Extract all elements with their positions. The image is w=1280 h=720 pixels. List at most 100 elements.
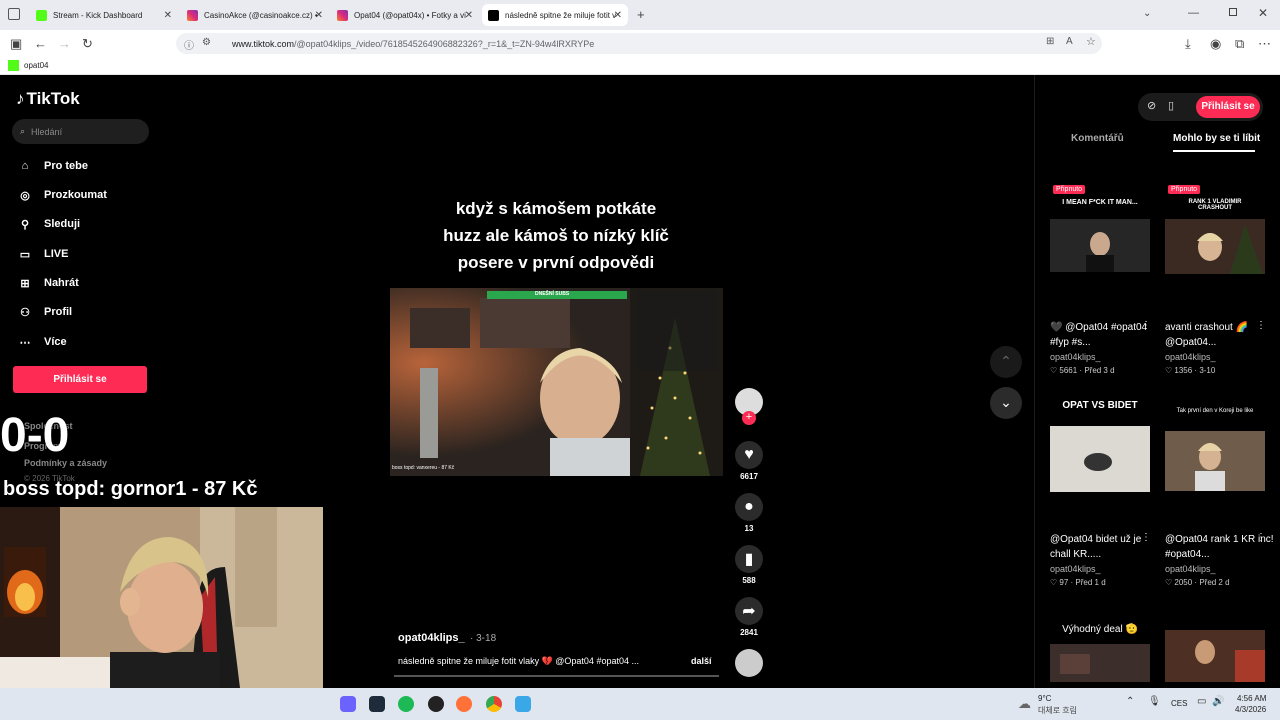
more-options-icon[interactable]: ⋮ (1141, 532, 1151, 543)
sound-avatar[interactable] (735, 649, 763, 677)
profile-icon[interactable]: ◉ (1210, 36, 1221, 52)
login-button[interactable]: Přihlásit se (13, 366, 147, 393)
browser-tab[interactable]: CasinoAkce (@casinoakce.cz) • ✕ (181, 4, 329, 26)
nav-explore[interactable]: ◎ Prozkoumat (16, 186, 107, 204)
music-disc-icon[interactable] (735, 649, 763, 677)
like-button[interactable]: ♥ 6617 (735, 441, 763, 481)
more-options-icon[interactable]: ⋮ (1256, 532, 1266, 543)
close-tab-icon[interactable]: ✕ (614, 10, 622, 21)
site-info-icon[interactable]: ⓘ (184, 37, 194, 52)
tab-indicator (1173, 150, 1255, 152)
obs-icon[interactable] (428, 696, 444, 712)
coins-icon[interactable]: ⊘ (1147, 99, 1156, 112)
network-icon[interactable]: ▭ (1197, 696, 1206, 707)
browser-tab[interactable]: Stream - Kick Dashboard ✕ (30, 4, 178, 26)
share-button[interactable]: ➦ 2841 (735, 597, 763, 637)
tab-actions-icon[interactable] (8, 8, 20, 20)
nav-upload[interactable]: ⊞ Nahrát (16, 274, 78, 292)
plus-square-icon: ⊞ (20, 277, 30, 290)
close-tab-icon[interactable]: ✕ (164, 10, 172, 21)
firefox-icon[interactable] (456, 696, 472, 712)
discord-icon[interactable] (340, 696, 356, 712)
score-overlay: 0-0 (0, 409, 70, 462)
video-card[interactable]: Připnuto I MEAN F*CK IT MAN... (1050, 185, 1150, 275)
extensions-icon[interactable]: ⧉ (1235, 36, 1244, 52)
video-card[interactable]: Připnuto RANK 1 VLADIMIR CRASHOUT (1165, 185, 1265, 275)
nav-more[interactable]: ⋯ Více (16, 333, 67, 351)
new-tab-icon[interactable]: + (637, 7, 645, 22)
video-card[interactable]: OPAT VS BIDET (1050, 400, 1150, 495)
translate-icon[interactable]: A (1066, 36, 1073, 47)
tab-search-icon[interactable]: ⌄ (1143, 8, 1151, 19)
volume-icon[interactable]: 🔊 (1212, 696, 1224, 707)
comment-button[interactable]: ● 13 (735, 493, 763, 533)
weather-desc[interactable]: 대체로 흐림 (1038, 705, 1077, 716)
maximize-icon[interactable] (1229, 8, 1237, 16)
browser-tab-active[interactable]: následně spitne že miluje fotit v ✕ (482, 4, 628, 26)
tiktok-logo[interactable]: ♪ TikTok (16, 89, 80, 109)
close-tab-icon[interactable]: ✕ (315, 10, 323, 21)
forward-icon[interactable]: → (58, 36, 71, 51)
close-tab-icon[interactable]: ✕ (465, 10, 473, 21)
tab-comments[interactable]: Komentářů (1071, 133, 1124, 144)
clock-time[interactable]: 4:56 AM (1237, 694, 1266, 703)
video-card[interactable]: Tak první den v Koreji be like (1165, 405, 1265, 495)
card-stats: ♡ 2050 · Před 2 d (1165, 578, 1230, 587)
browser-tab[interactable]: Opat04 (@opat04x) • Fotky a vi ✕ (331, 4, 479, 26)
back-icon[interactable]: ← (34, 36, 47, 51)
nav-for-you[interactable]: ⌂ Pro tebe (16, 157, 88, 175)
app-icon[interactable] (369, 696, 385, 712)
clock-date[interactable]: 4/3/2026 (1235, 705, 1266, 714)
previous-video-button[interactable]: ⌃ (990, 346, 1022, 378)
nav-following[interactable]: ⚲ Sleduji (16, 215, 80, 233)
nav-live[interactable]: ▭ LIVE (16, 245, 69, 263)
close-window-icon[interactable]: ✕ (1258, 6, 1268, 20)
weather-temp[interactable]: 9°C (1038, 694, 1051, 703)
follow-plus-icon[interactable]: + (742, 411, 756, 425)
favorite-star-icon[interactable]: ☆ (1086, 35, 1096, 48)
login-button-header[interactable]: Přihlásit se (1196, 96, 1260, 118)
bookmark-icon: ▮ (735, 545, 763, 573)
microphone-icon[interactable]: 🎙 (1148, 696, 1161, 707)
sidebar-toggle-icon[interactable]: ▣ (10, 36, 22, 52)
cloud-icon: ☁ (1018, 696, 1031, 711)
comment-icon: ● (735, 493, 763, 521)
search-input[interactable]: ⌕ Hledání (12, 119, 149, 144)
phone-icon[interactable]: ▯ (1168, 99, 1174, 112)
more-options-icon[interactable]: ⋮ (1256, 320, 1266, 331)
video-player[interactable]: DNEŠNÍ SUBS boss topd: vanxereu - 87 Kč (390, 288, 723, 476)
permissions-icon[interactable]: ⚙ (202, 37, 211, 48)
downloads-icon[interactable]: ⤓ (1185, 36, 1191, 52)
progress-bar[interactable] (394, 675, 719, 677)
spotify-icon[interactable] (398, 696, 414, 712)
video-card[interactable]: Výhodný deal 🫡 (1050, 624, 1150, 684)
notepad-icon[interactable] (515, 696, 531, 712)
chrome-icon[interactable] (486, 696, 502, 712)
webcam-overlay (0, 507, 323, 688)
video-thumbnail (1165, 219, 1265, 274)
home-icon: ⌂ (21, 160, 29, 172)
video-frame (390, 288, 723, 476)
right-panel: ⊘ ▯ Přihlásit se Komentářů Mohlo by se t… (1034, 75, 1280, 688)
minimize-icon[interactable]: — (1188, 7, 1199, 19)
user-icon: ⚇ (20, 306, 30, 319)
nav-profile[interactable]: ⚇ Profil (16, 303, 72, 321)
tab-recommended[interactable]: Mohlo by se ti líbit (1173, 133, 1261, 144)
reload-icon[interactable]: ↻ (82, 36, 93, 52)
bookmark-item[interactable]: opat04 (24, 61, 48, 70)
webcam-frame (0, 507, 323, 688)
share-icon: ➦ (735, 597, 763, 625)
install-app-icon[interactable]: ⊞ (1046, 36, 1054, 47)
more-options-icon[interactable]: ⋮ (1141, 320, 1151, 331)
tray-chevron-icon[interactable]: ⌃ (1126, 696, 1134, 707)
save-button[interactable]: ▮ 588 (735, 545, 763, 585)
author-avatar[interactable]: + (735, 388, 763, 425)
url-field[interactable]: ⓘ ⚙ www.tiktok.com/@opat04klips_/video/7… (176, 33, 1102, 54)
language-indicator[interactable]: CES (1171, 699, 1187, 708)
video-thumbnail[interactable] (1165, 630, 1265, 682)
next-video-button[interactable]: ⌄ (990, 387, 1022, 419)
author-name[interactable]: opat04klips_ (398, 632, 465, 644)
more-link[interactable]: další (691, 656, 712, 666)
taskbar: ☁ 9°C 대체로 흐림 ⌃ 🎙 CES ▭ 🔊 4:56 AM 4/3/202… (0, 688, 1280, 720)
menu-icon[interactable]: ⋯ (1258, 36, 1271, 52)
